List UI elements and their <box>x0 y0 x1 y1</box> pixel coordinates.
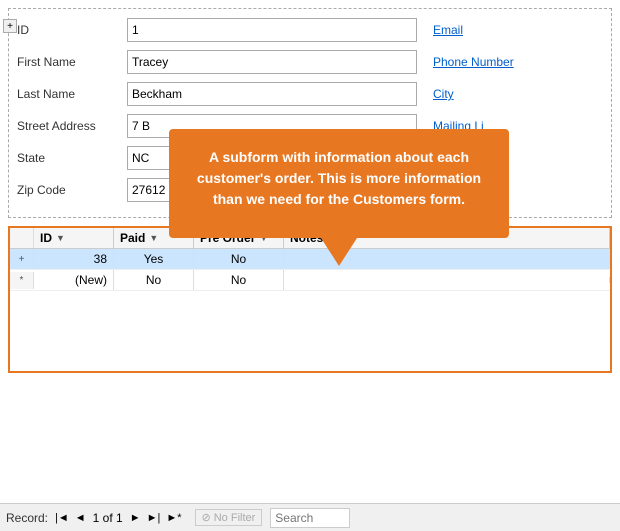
header-indicator <box>10 228 34 248</box>
table-row[interactable]: * (New) No No <box>10 270 610 291</box>
nav-bar: Record: |◄ ◄ 1 of 1 ► ►| ►* ⊘ No Filter <box>0 503 620 531</box>
cell-preorder-2: No <box>194 270 284 290</box>
nav-prev-button[interactable]: ◄ <box>72 511 89 525</box>
sort-icon-id: ▼ <box>56 233 65 243</box>
label-phone[interactable]: Phone Number <box>433 55 514 69</box>
label-city[interactable]: City <box>433 87 454 101</box>
nav-first-button[interactable]: |◄ <box>52 511 72 525</box>
input-lastname[interactable] <box>127 82 417 106</box>
nav-last-button[interactable]: ►| <box>144 511 164 525</box>
page-info: 1 of 1 <box>93 511 123 525</box>
nav-next-button[interactable]: ► <box>127 511 144 525</box>
col-header-id[interactable]: ID ▼ <box>34 228 114 248</box>
nav-new-button[interactable]: ►* <box>163 511 184 525</box>
row-expand-icon[interactable]: + <box>10 251 34 268</box>
filter-icon: ⊘ <box>202 511 211 524</box>
no-filter-button[interactable]: ⊘ No Filter <box>195 509 263 526</box>
expand-plus-icon: + <box>19 254 25 265</box>
form-row-firstname: First Name Phone Number <box>17 49 603 75</box>
left-expand-icon[interactable]: + <box>3 19 17 33</box>
form-row-lastname: Last Name City <box>17 81 603 107</box>
sort-icon-paid: ▼ <box>149 233 158 243</box>
input-firstname[interactable] <box>127 50 417 74</box>
label-lastname: Last Name <box>17 87 127 101</box>
empty-space <box>10 291 610 371</box>
tooltip-text: A subform with information about each cu… <box>197 149 481 207</box>
no-filter-label: No Filter <box>214 512 256 524</box>
label-firstname: First Name <box>17 55 127 69</box>
cell-id-2: (New) <box>34 270 114 290</box>
tooltip-popup: A subform with information about each cu… <box>169 129 509 238</box>
label-state: State <box>17 151 127 165</box>
search-input[interactable] <box>270 508 350 528</box>
cell-preorder-1: No <box>194 249 284 269</box>
cell-paid-1: Yes <box>114 249 194 269</box>
table-row[interactable]: + 38 Yes No <box>10 249 610 270</box>
cell-paid-2: No <box>114 270 194 290</box>
cell-notes-2 <box>284 277 610 283</box>
label-zip: Zip Code <box>17 183 127 197</box>
cell-id-1: 38 <box>34 249 114 269</box>
label-email[interactable]: Email <box>433 23 463 37</box>
label-street: Street Address <box>17 119 127 133</box>
row-new-indicator: * <box>10 272 34 289</box>
tooltip-arrow <box>321 238 357 266</box>
form-row-id: ID Email <box>17 17 603 43</box>
record-label: Record: <box>6 511 48 525</box>
input-id[interactable] <box>127 18 417 42</box>
subform-container: ID ▼ Paid ▼ Pre Order ▼ Notes + 38 Yes N… <box>8 226 612 373</box>
form-outer: + ID Email First Name Phone Number Last … <box>8 8 612 218</box>
label-id: ID <box>17 23 127 37</box>
